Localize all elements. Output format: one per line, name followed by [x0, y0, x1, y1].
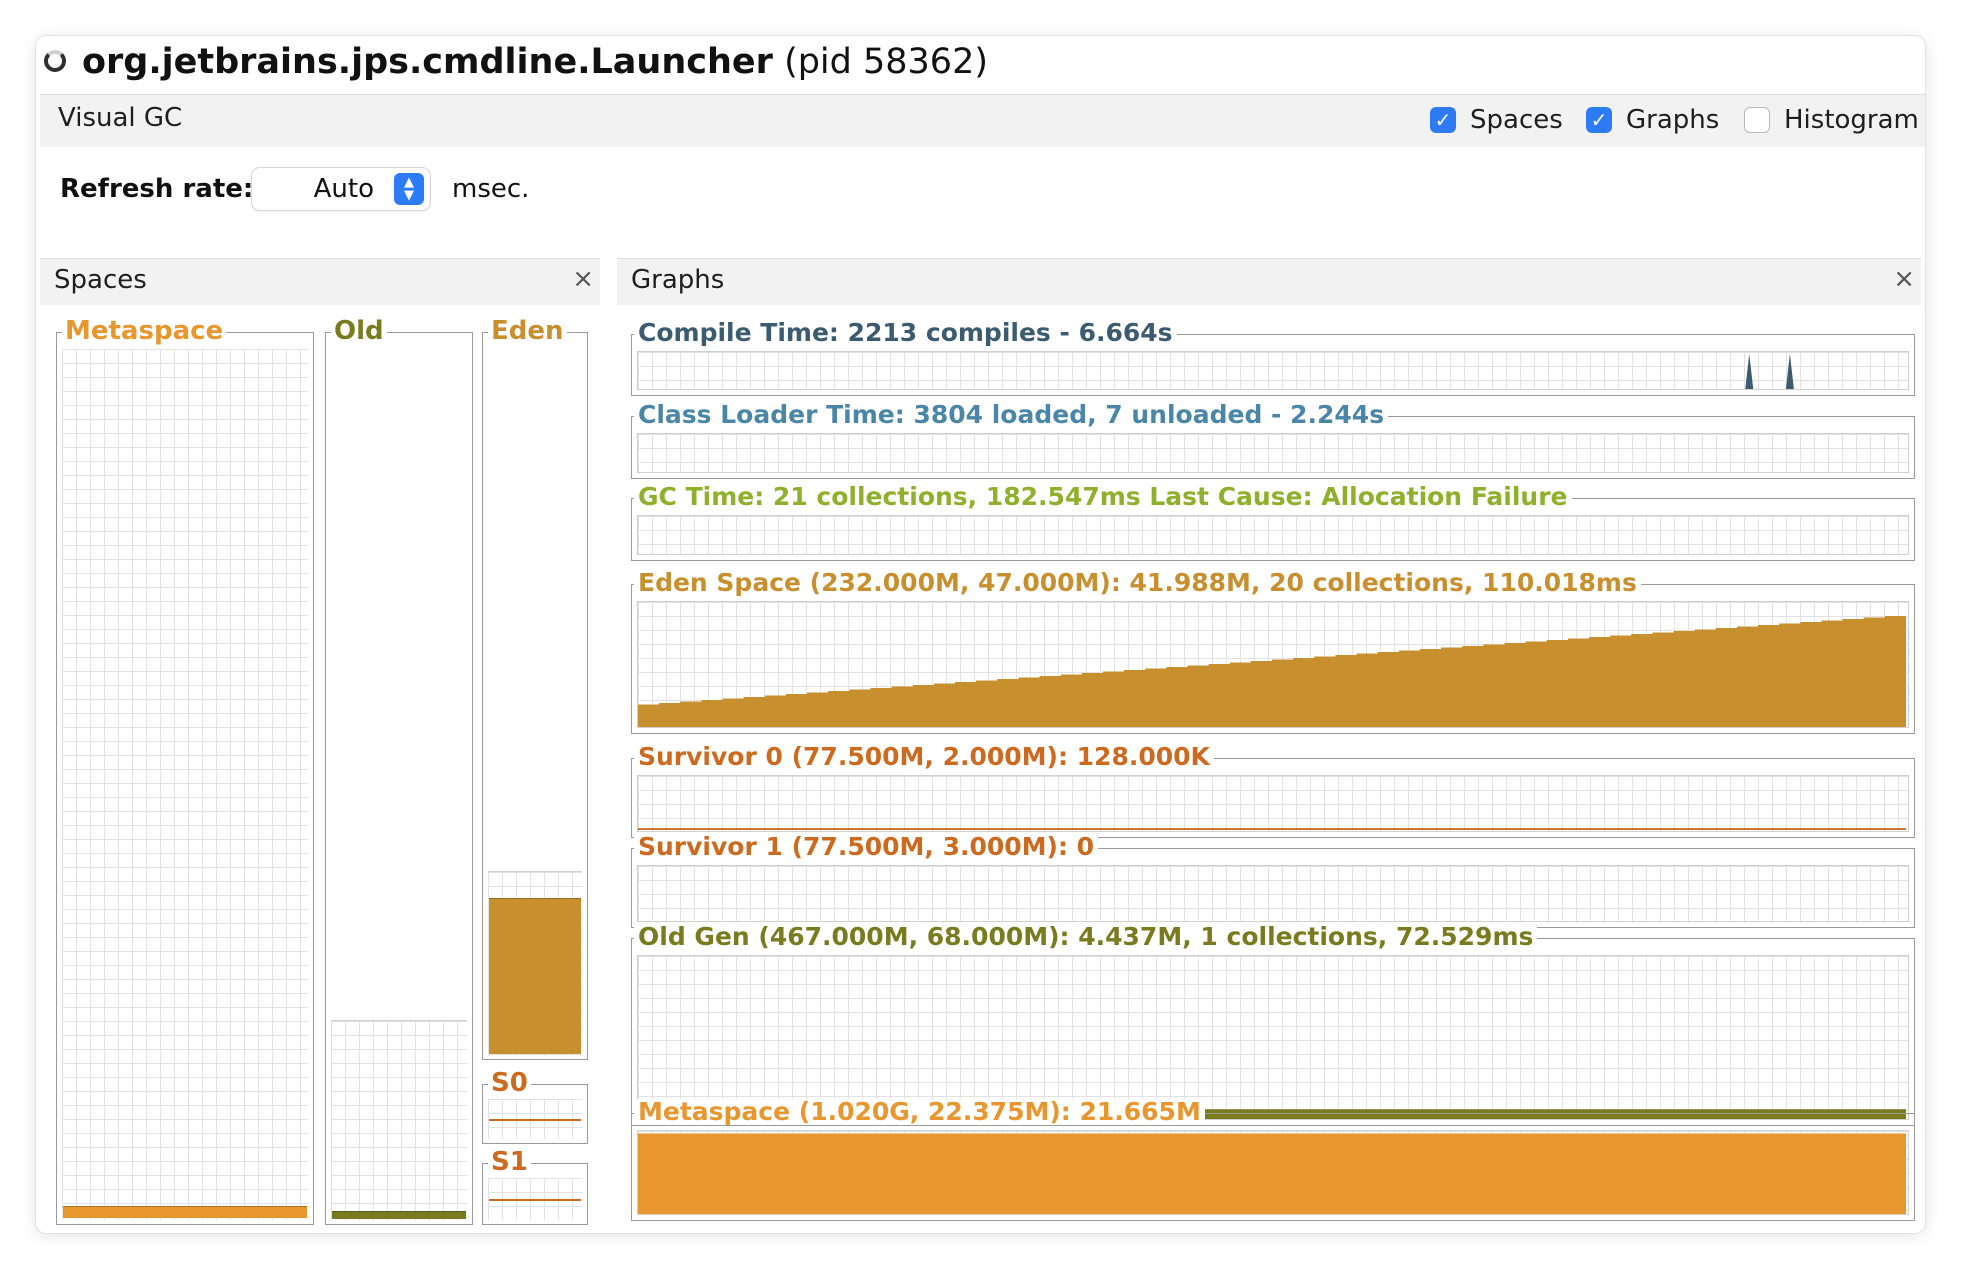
graph-compile-time-series: [1745, 353, 1794, 389]
graph-gc-time-plot: [637, 515, 1909, 555]
tab-visual-gc[interactable]: Visual GC: [58, 103, 182, 133]
graph-eden-space-series: [638, 614, 1907, 727]
space-s0-capacity: [488, 1099, 582, 1139]
spaces-panel-title: Spaces: [54, 265, 147, 295]
compile-spike-0: [1745, 353, 1754, 389]
unchecked-box-icon[interactable]: [1744, 107, 1770, 133]
check-icon[interactable]: ✓: [1430, 107, 1456, 133]
graph-metaspace-label: Metaspace (1.020G, 22.375M): 21.665M: [634, 1099, 1205, 1125]
space-s1-capacity: [488, 1178, 582, 1220]
refresh-unit-label: msec.: [452, 174, 530, 204]
graph-survivor-0-plot: [637, 775, 1909, 832]
space-metaspace-used-fill: [63, 1206, 307, 1218]
graph-eden-space-box: [631, 584, 1915, 734]
spaces-checkbox[interactable]: ✓ Spaces: [1430, 105, 1563, 135]
refresh-rate-select[interactable]: Auto ▲ ▼: [252, 168, 430, 210]
graph-old-gen-series: [638, 1109, 1907, 1119]
metaspace-usage-area: [638, 1133, 1907, 1214]
graph-gc-time-series: [638, 516, 1908, 554]
space-s1-label: S1: [488, 1149, 531, 1175]
space-old-box: [325, 332, 473, 1225]
close-icon[interactable]: ×: [572, 264, 594, 294]
spaces-checkbox-label: Spaces: [1470, 105, 1563, 135]
space-old-capacity: [331, 1020, 467, 1221]
space-metaspace-box: [56, 332, 314, 1225]
graph-survivor-1-plot: [637, 865, 1909, 922]
space-eden-label: Eden: [488, 318, 567, 344]
space-s0-label: S0: [488, 1070, 531, 1096]
graph-class-loader-time-plot: [637, 433, 1909, 473]
graph-class-loader-time-series: [638, 434, 1908, 472]
space-old-used-fill: [332, 1211, 466, 1219]
graph-survivor-0-label: Survivor 0 (77.500M, 2.000M): 128.000K: [634, 744, 1214, 770]
graph-metaspace-box: [631, 1113, 1915, 1221]
space-old-label: Old: [331, 318, 387, 344]
space-s0-used-fill: [489, 1119, 581, 1121]
graph-survivor-1-series: [638, 866, 1908, 921]
space-metaspace-capacity: [62, 349, 308, 1220]
graph-old-gen-plot: [637, 955, 1909, 1120]
graph-eden-space-label: Eden Space (232.000M, 47.000M): 41.988M,…: [634, 570, 1641, 596]
graph-gc-time-label: GC Time: 21 collections, 182.547ms Last …: [634, 484, 1572, 510]
window-title: org.jetbrains.jps.cmdline.Launcher (pid …: [82, 42, 988, 82]
check-icon[interactable]: ✓: [1586, 107, 1612, 133]
refresh-rate-label: Refresh rate:: [60, 174, 254, 204]
title-bar: org.jetbrains.jps.cmdline.Launcher (pid …: [36, 36, 1925, 94]
process-pid: (pid 58362): [784, 42, 988, 82]
eden-usage-area: [638, 614, 1907, 727]
graph-class-loader-time-label: Class Loader Time: 3804 loaded, 7 unload…: [634, 402, 1389, 428]
graph-compile-time-plot: [637, 351, 1909, 390]
process-name: org.jetbrains.jps.cmdline.Launcher: [82, 42, 773, 82]
graph-eden-space-plot: [637, 601, 1909, 728]
close-icon[interactable]: ×: [1893, 264, 1915, 294]
graphs-panel-title: Graphs: [631, 265, 725, 295]
visual-gc-tabbar: Visual GC ✓ Spaces ✓ Graphs Histogram: [40, 94, 1925, 147]
graph-survivor-1-label: Survivor 1 (77.500M, 3.000M): 0: [634, 834, 1099, 860]
stepper-arrows-icon[interactable]: ▲ ▼: [394, 173, 424, 205]
loading-spinner-icon: [44, 50, 66, 72]
graph-old-gen-label: Old Gen (467.000M, 68.000M): 4.437M, 1 c…: [634, 924, 1538, 950]
compile-spike-1: [1785, 353, 1794, 389]
graphs-panel-header: Graphs ×: [617, 258, 1921, 305]
visual-gc-window: org.jetbrains.jps.cmdline.Launcher (pid …: [36, 36, 1925, 1233]
graph-compile-time-label: Compile Time: 2213 compiles - 6.664s: [634, 320, 1177, 346]
space-eden-used-fill: [489, 898, 581, 1054]
space-eden-capacity: [488, 871, 582, 1056]
graphs-checkbox[interactable]: ✓ Graphs: [1586, 105, 1719, 135]
refresh-rate-value: Auto: [313, 174, 374, 204]
graph-survivor-0-series: [638, 828, 1907, 831]
graph-metaspace-plot: [637, 1130, 1909, 1215]
space-metaspace-label: Metaspace: [62, 318, 227, 344]
graph-metaspace-series: [638, 1133, 1907, 1214]
space-eden-box: [482, 332, 588, 1060]
space-s1-used-fill: [489, 1199, 581, 1201]
histogram-checkbox-label: Histogram: [1784, 105, 1919, 135]
spaces-panel-header: Spaces ×: [40, 258, 600, 305]
histogram-checkbox[interactable]: Histogram: [1744, 105, 1919, 135]
graphs-checkbox-label: Graphs: [1626, 105, 1720, 135]
